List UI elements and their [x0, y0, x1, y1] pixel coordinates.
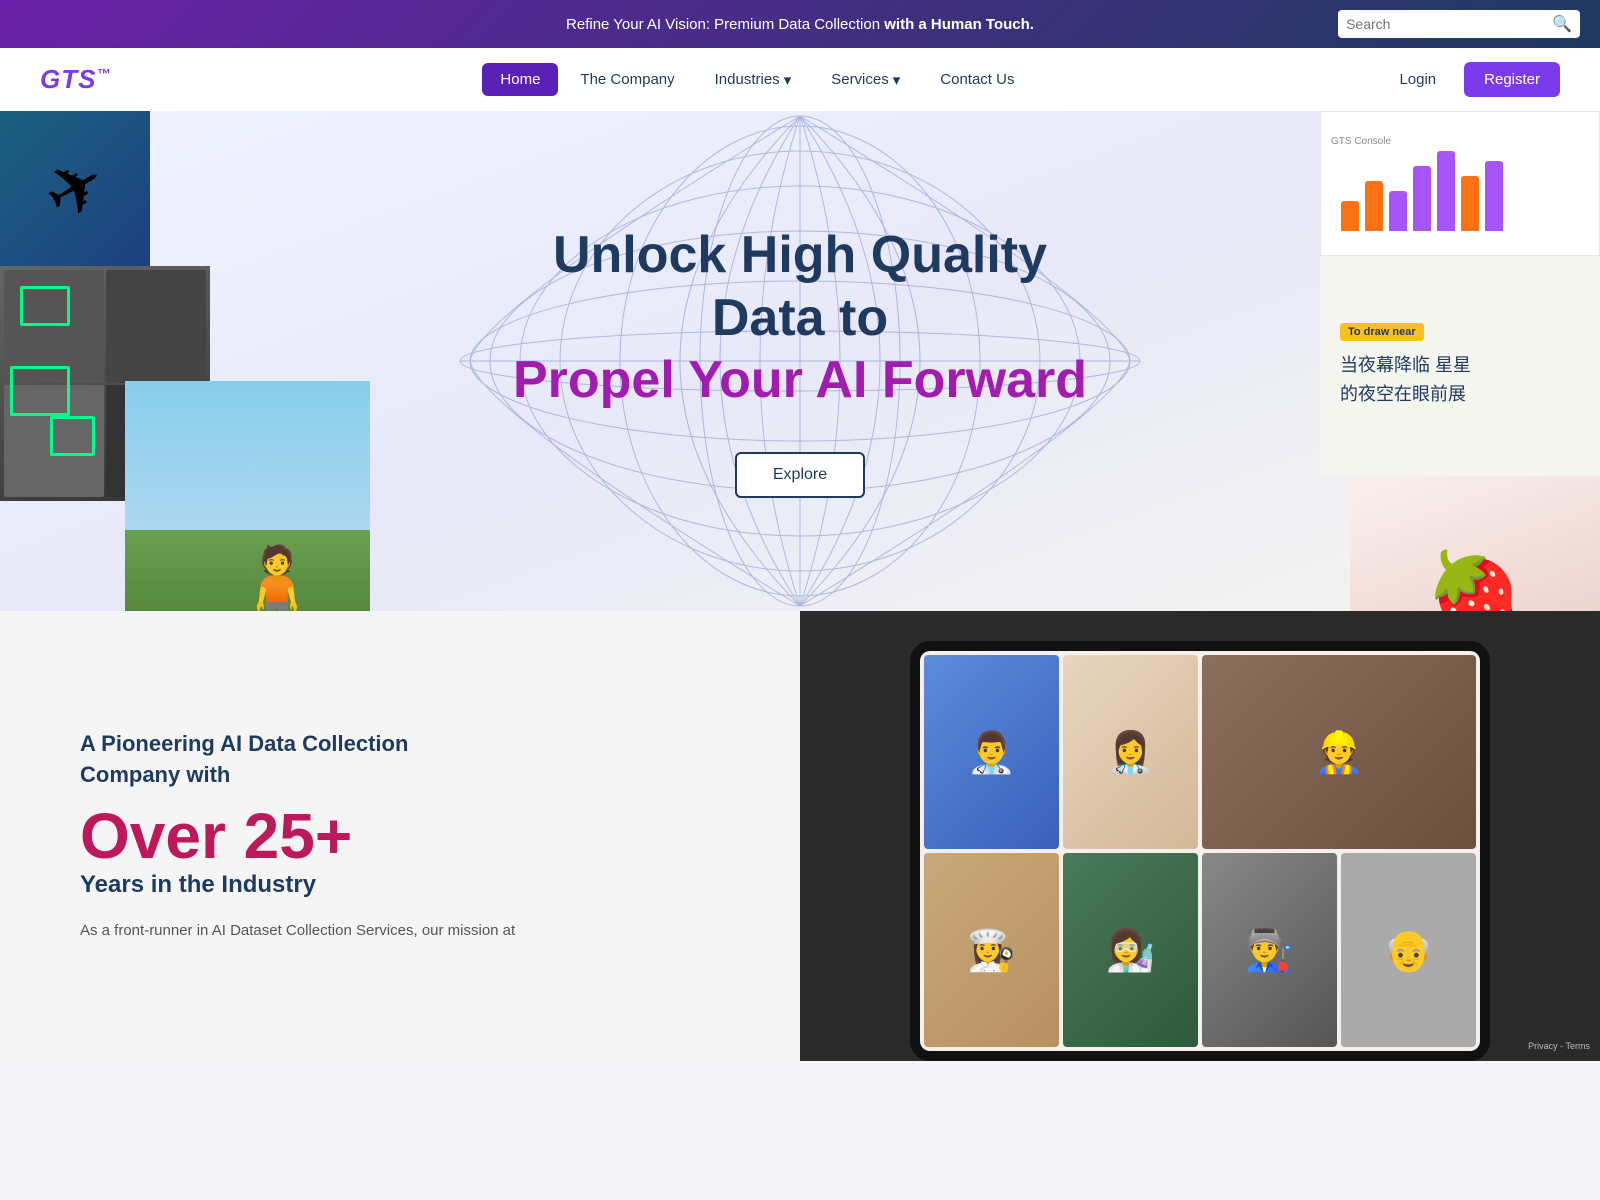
- banner-plain-text: Refine Your AI Vision: Premium Data Coll…: [566, 16, 884, 33]
- chevron-down-icon: ▾: [784, 71, 792, 89]
- hero-left-images: ✈ 🚌 🧍 🐕: [0, 111, 380, 611]
- strawberry-icon: 🍓: [1425, 547, 1525, 612]
- tablet-mockup: 👨‍⚕️ 👩‍⚕️ 👷 👩‍🍳 👩‍🔬 👨‍🏭: [910, 641, 1490, 1061]
- tablet-cell-7: 👴: [1341, 853, 1476, 1047]
- tablet-cell-5: 👩‍🔬: [1063, 853, 1198, 1047]
- banner-text: Refine Your AI Vision: Premium Data Coll…: [540, 16, 1060, 33]
- search-box[interactable]: 🔍: [1338, 10, 1580, 38]
- about-description: As a front-runner in AI Dataset Collecti…: [80, 919, 740, 943]
- nav-services[interactable]: Services ▾: [813, 63, 918, 97]
- nav-home[interactable]: Home: [482, 63, 558, 96]
- nav-industries[interactable]: Industries ▾: [697, 63, 810, 97]
- chart-label: GTS Console: [1331, 136, 1589, 147]
- privacy-notice: Privacy - Terms: [1528, 1041, 1590, 1051]
- about-subtitle: A Pioneering AI Data CollectionCompany w…: [80, 729, 740, 791]
- about-left: A Pioneering AI Data CollectionCompany w…: [0, 611, 800, 1061]
- login-button[interactable]: Login: [1383, 63, 1452, 96]
- explore-button[interactable]: Explore: [735, 452, 865, 498]
- tablet-cell-3: 👷: [1202, 655, 1476, 849]
- text-card: To draw near 当夜幕降临 星星 的夜空在眼前展: [1320, 256, 1600, 476]
- search-button[interactable]: 🔍: [1552, 14, 1572, 34]
- nav-auth: Login Register: [1383, 62, 1560, 97]
- airplane-image: ✈: [0, 111, 150, 266]
- text-card-badge: To draw near: [1340, 323, 1424, 341]
- register-button[interactable]: Register: [1464, 62, 1560, 97]
- person-icon: 🧍: [224, 541, 330, 611]
- nav-company[interactable]: The Company: [562, 63, 692, 96]
- search-icon: 🔍: [1552, 16, 1572, 33]
- search-input[interactable]: [1346, 16, 1546, 32]
- tablet-cell-6: 👨‍🏭: [1202, 853, 1337, 1047]
- hero-right-images: GTS Console To draw near 当夜幕降临 星星 的夜空在眼前…: [1300, 111, 1600, 611]
- tablet-cell-2: 👩‍⚕️: [1063, 655, 1198, 849]
- mini-chart: [1331, 151, 1589, 231]
- airplane-icon: ✈: [29, 138, 121, 238]
- tablet-cell-4: 👩‍🍳: [924, 853, 1059, 1047]
- top-banner: Refine Your AI Vision: Premium Data Coll…: [0, 0, 1600, 48]
- person-image: 🧍 🐕: [125, 381, 370, 611]
- hero-title: Unlock High Quality Data to Propel Your …: [490, 224, 1110, 411]
- about-years-label: Years in the Industry: [80, 871, 740, 899]
- about-right: 👨‍⚕️ 👩‍⚕️ 👷 👩‍🍳 👩‍🔬 👨‍🏭: [800, 611, 1600, 1061]
- hero-section: ✈ 🚌 🧍 🐕 Unlo: [0, 111, 1600, 611]
- banner-bold-text: with a Human Touch.: [884, 16, 1034, 33]
- logo[interactable]: GTS™: [40, 64, 111, 95]
- about-number: Over 25+: [80, 801, 740, 871]
- chart-card: GTS Console: [1320, 111, 1600, 256]
- about-section: A Pioneering AI Data CollectionCompany w…: [0, 611, 1600, 1061]
- tablet-cell-1: 👨‍⚕️: [924, 655, 1059, 849]
- chevron-down-icon: ▾: [893, 71, 901, 89]
- hero-content: Unlock High Quality Data to Propel Your …: [450, 184, 1150, 537]
- navbar: GTS™ Home The Company Industries ▾ Servi…: [0, 48, 1600, 111]
- tablet-screen: 👨‍⚕️ 👩‍⚕️ 👷 👩‍🍳 👩‍🔬 👨‍🏭: [920, 651, 1480, 1051]
- strawberries-image: 🍓 ✉: [1350, 476, 1600, 611]
- nav-contact[interactable]: Contact Us: [922, 63, 1032, 96]
- text-card-chinese: 当夜幕降临 星星 的夜空在眼前展: [1340, 351, 1471, 409]
- nav-links: Home The Company Industries ▾ Services ▾…: [161, 63, 1353, 97]
